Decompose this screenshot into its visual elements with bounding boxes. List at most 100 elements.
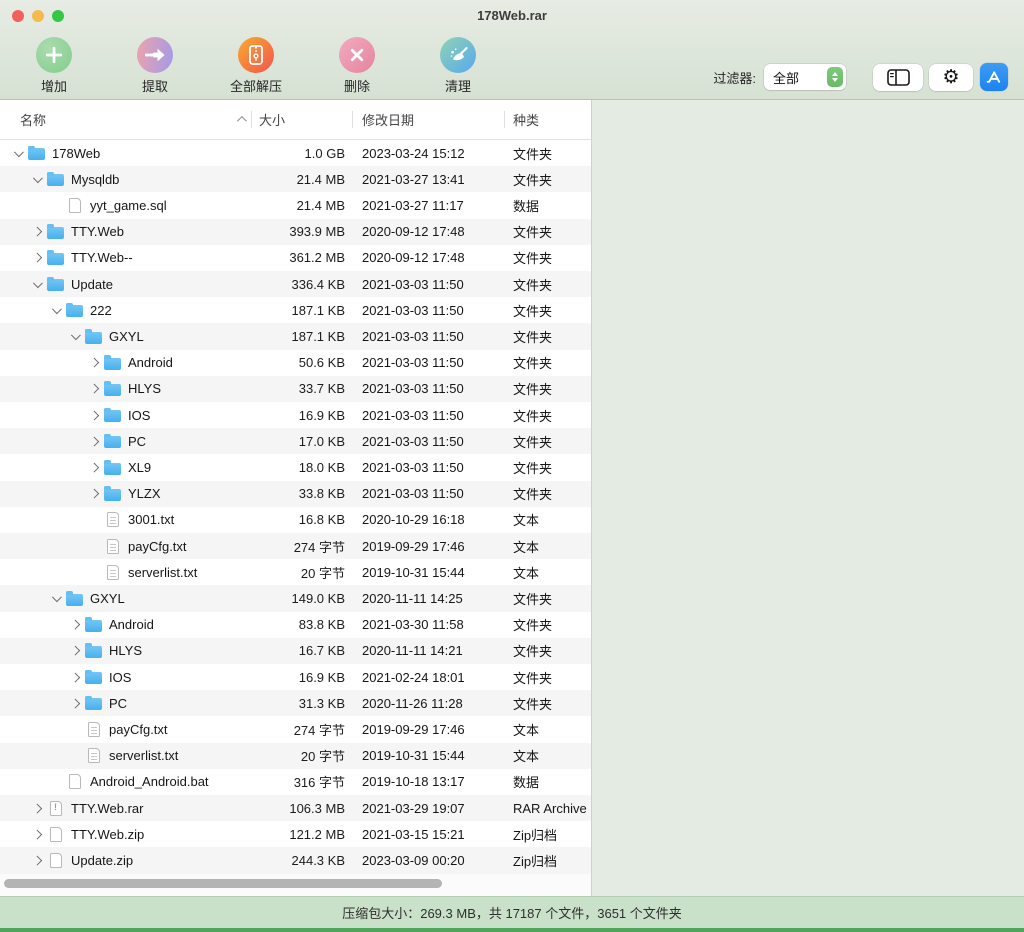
folder-icon [64, 302, 85, 319]
file-size: 274 字节 [252, 537, 353, 556]
name-cell: Update [0, 276, 252, 293]
disclosure-chevron-icon[interactable] [88, 408, 102, 422]
disclosure-chevron-icon[interactable] [12, 146, 26, 160]
minimize-window-button[interactable] [32, 10, 44, 22]
folder-icon [45, 171, 66, 188]
extract-all-button[interactable]: 全部解压 [218, 30, 294, 99]
disclosure-chevron-icon[interactable] [69, 330, 83, 344]
file-modified-date: 2021-03-03 11:50 [353, 434, 505, 449]
disclosure-chevron-icon[interactable] [31, 172, 45, 186]
column-header-size[interactable]: 大小 [252, 111, 353, 128]
disclosure-chevron-icon[interactable] [31, 827, 45, 841]
settings-button[interactable]: ⚙ [929, 64, 973, 91]
disclosure-chevron-icon[interactable] [69, 618, 83, 632]
disclosure-chevron-icon[interactable] [69, 670, 83, 684]
file-kind: 文件夹 [505, 694, 591, 713]
folder-icon [102, 407, 123, 424]
table-row[interactable]: GXYL149.0 KB2020-11-11 14:25文件夹 [0, 585, 591, 611]
file-size: 16.7 KB [252, 643, 353, 658]
disclosure-chevron-icon[interactable] [88, 434, 102, 448]
table-row[interactable]: Android_Android.bat316 字节2019-10-18 13:1… [0, 769, 591, 795]
table-row[interactable]: Mysqldb21.4 MB2021-03-27 13:41文件夹 [0, 166, 591, 192]
file-modified-date: 2019-09-29 17:46 [353, 722, 505, 737]
table-row[interactable]: Android83.8 KB2021-03-30 11:58文件夹 [0, 612, 591, 638]
table-row[interactable]: 222187.1 KB2021-03-03 11:50文件夹 [0, 297, 591, 323]
extract-arrow-icon [137, 37, 173, 73]
file-modified-date: 2020-11-11 14:25 [353, 591, 505, 606]
table-row[interactable]: XL918.0 KB2021-03-03 11:50文件夹 [0, 454, 591, 480]
file-modified-date: 2020-11-11 14:21 [353, 643, 505, 658]
name-cell: TTY.Web-- [0, 249, 252, 266]
disclosure-chevron-icon[interactable] [31, 225, 45, 239]
file-modified-date: 2021-03-03 11:50 [353, 303, 505, 318]
disclosure-chevron-icon[interactable] [31, 854, 45, 868]
table-row[interactable]: GXYL187.1 KB2021-03-03 11:50文件夹 [0, 323, 591, 349]
add-button[interactable]: 增加 [16, 30, 92, 99]
file-kind: 文件夹 [505, 301, 591, 320]
column-header-date[interactable]: 修改日期 [353, 111, 505, 128]
disclosure-chevron-icon[interactable] [69, 644, 83, 658]
table-row[interactable]: HLYS33.7 KB2021-03-03 11:50文件夹 [0, 376, 591, 402]
extract-button[interactable]: 提取 [117, 30, 193, 99]
delete-button[interactable]: 删除 [319, 30, 395, 99]
app-store-button[interactable] [980, 63, 1008, 91]
file-modified-date: 2021-03-15 15:21 [353, 827, 505, 842]
disclosure-chevron-icon[interactable] [31, 251, 45, 265]
name-cell: Android [0, 616, 252, 633]
file-name: HLYS [109, 643, 142, 658]
file-kind: 文件夹 [505, 484, 591, 503]
disclosure-chevron-icon[interactable] [31, 801, 45, 815]
table-row[interactable]: Update336.4 KB2021-03-03 11:50文件夹 [0, 271, 591, 297]
toolbar: 增加 提取 全部解压 [0, 30, 1024, 99]
table-row[interactable]: Android50.6 KB2021-03-03 11:50文件夹 [0, 350, 591, 376]
file-modified-date: 2023-03-09 00:20 [353, 853, 505, 868]
table-row[interactable]: 178Web1.0 GB2023-03-24 15:12文件夹 [0, 140, 591, 166]
table-row[interactable]: TTY.Web.rar106.3 MB2021-03-29 19:07RAR A… [0, 795, 591, 821]
table-row[interactable]: IOS16.9 KB2021-03-03 11:50文件夹 [0, 402, 591, 428]
table-row[interactable]: serverlist.txt20 字节2019-10-31 15:44文本 [0, 559, 591, 585]
horizontal-scrollbar[interactable] [0, 874, 591, 896]
disclosure-chevron-icon[interactable] [88, 382, 102, 396]
sidebar-toggle-button[interactable] [873, 64, 923, 91]
table-row[interactable]: IOS16.9 KB2021-02-24 18:01文件夹 [0, 664, 591, 690]
file-kind: 文件夹 [505, 170, 591, 189]
add-label: 增加 [41, 76, 67, 95]
file-modified-date: 2021-03-03 11:50 [353, 329, 505, 344]
file-size: 83.8 KB [252, 617, 353, 632]
table-row[interactable]: payCfg.txt274 字节2019-09-29 17:46文本 [0, 716, 591, 742]
table-row[interactable]: YLZX33.8 KB2021-03-03 11:50文件夹 [0, 481, 591, 507]
disclosure-chevron-icon[interactable] [88, 461, 102, 475]
clean-button[interactable]: 清理 [420, 30, 496, 99]
disclosure-chevron-icon[interactable] [31, 277, 45, 291]
column-header-name[interactable]: 名称 [0, 111, 252, 128]
clean-label: 清理 [445, 76, 471, 95]
table-row[interactable]: yyt_game.sql21.4 MB2021-03-27 11:17数据 [0, 192, 591, 218]
table-row[interactable]: serverlist.txt20 字节2019-10-31 15:44文本 [0, 743, 591, 769]
zoom-window-button[interactable] [52, 10, 64, 22]
close-window-button[interactable] [12, 10, 24, 22]
table-row[interactable]: Update.zip244.3 KB2023-03-09 00:20Zip归档 [0, 847, 591, 873]
table-row[interactable]: 3001.txt16.8 KB2020-10-29 16:18文本 [0, 507, 591, 533]
file-tree: 178Web1.0 GB2023-03-24 15:12文件夹Mysqldb21… [0, 140, 591, 874]
disclosure-chevron-icon[interactable] [88, 356, 102, 370]
disclosure-chevron-icon[interactable] [69, 696, 83, 710]
table-row[interactable]: TTY.Web--361.2 MB2020-09-12 17:48文件夹 [0, 245, 591, 271]
disclosure-chevron-icon[interactable] [50, 592, 64, 606]
filter-select[interactable]: 全部 [764, 64, 846, 90]
column-header-kind[interactable]: 种类 [505, 111, 591, 128]
table-row[interactable]: PC17.0 KB2021-03-03 11:50文件夹 [0, 428, 591, 454]
file-name: TTY.Web.zip [71, 827, 144, 842]
table-row[interactable]: PC31.3 KB2020-11-26 11:28文件夹 [0, 690, 591, 716]
indent-spacer [88, 539, 102, 553]
window-bottom-edge [0, 928, 1024, 932]
table-row[interactable]: TTY.Web393.9 MB2020-09-12 17:48文件夹 [0, 219, 591, 245]
disclosure-chevron-icon[interactable] [88, 487, 102, 501]
name-cell: IOS [0, 669, 252, 686]
table-row[interactable]: payCfg.txt274 字节2019-09-29 17:46文本 [0, 533, 591, 559]
scrollbar-thumb[interactable] [4, 879, 442, 888]
table-row[interactable]: TTY.Web.zip121.2 MB2021-03-15 15:21Zip归档 [0, 821, 591, 847]
file-name: GXYL [109, 329, 144, 344]
name-cell: GXYL [0, 590, 252, 607]
table-row[interactable]: HLYS16.7 KB2020-11-11 14:21文件夹 [0, 638, 591, 664]
disclosure-chevron-icon[interactable] [50, 303, 64, 317]
